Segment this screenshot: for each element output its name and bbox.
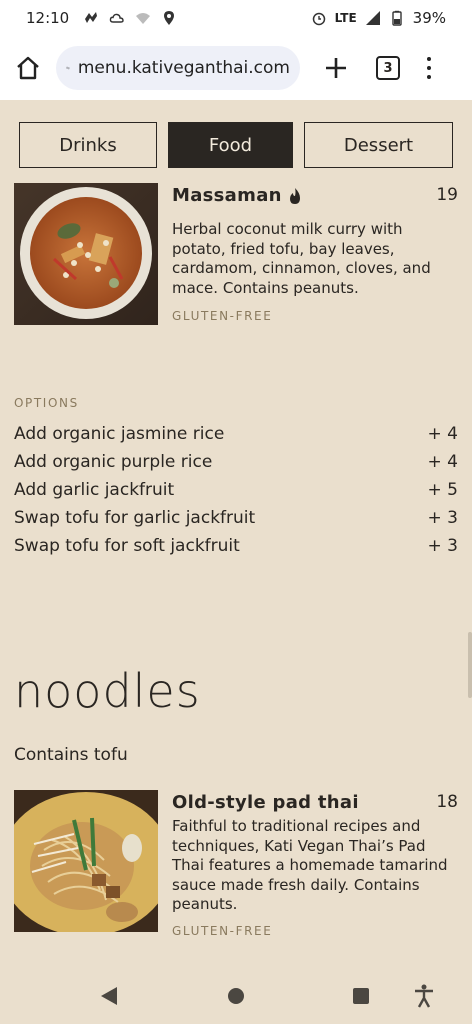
home-icon [17,56,39,80]
option-item[interactable]: Add garlic jackfruit + 5 [14,476,458,504]
dish-tag: GLUTEN-FREE [172,924,273,938]
new-tab-button[interactable] [322,54,350,82]
home-button[interactable] [12,52,44,84]
option-item[interactable]: Add organic jasmine rice + 4 [14,420,458,448]
option-label: Add garlic jackfruit [14,480,175,500]
back-icon[interactable] [100,986,118,1006]
dish-name: Massaman [172,185,302,206]
alarm-icon [312,12,325,26]
option-item[interactable]: Add organic purple rice + 4 [14,448,458,476]
dish-description: Herbal coconut milk curry with potato, f… [172,220,431,297]
dish-name: Old-style pad thai [172,792,359,813]
recents-icon[interactable] [353,988,369,1004]
system-nav-bar [0,956,472,1024]
wifi-icon [136,13,151,24]
tab-food[interactable]: Food [168,122,293,168]
option-price: + 3 [427,536,458,556]
scrollbar-thumb[interactable] [468,632,472,698]
more-vert-icon[interactable] [426,57,432,79]
menu-item-massaman[interactable]: Massaman 19 Herbal coconut milk curry wi… [14,183,458,343]
notification-icon [85,12,98,23]
options-heading: OPTIONS [14,396,79,410]
section-note: Contains tofu [14,745,128,765]
option-label: Swap tofu for soft jackfruit [14,536,240,556]
flame-icon [289,187,300,204]
url-text[interactable]: menu.kativeganthai.com [78,58,290,78]
status-time: 12:10 [26,9,70,27]
option-label: Swap tofu for garlic jackfruit [14,508,256,528]
option-label: Add organic purple rice [14,452,213,472]
dish-photo [14,790,158,932]
network-label: LTE [334,11,357,25]
location-icon [164,11,175,25]
option-price: + 5 [427,480,458,500]
home-nav-icon[interactable] [228,988,244,1004]
tab-dessert[interactable]: Dessert [304,122,453,168]
battery-icon [391,10,402,26]
signal-icon [365,11,380,25]
dish-description: Faithful to traditional recipes and tech… [172,817,448,913]
status-bar: 12:10 LTE 39% [0,0,472,36]
accessibility-icon[interactable] [414,984,434,1008]
option-item[interactable]: Swap tofu for soft jackfruit + 3 [14,532,458,560]
battery-level: 39% [412,9,446,27]
option-price: + 3 [427,508,458,528]
dish-price: 19 [436,185,458,205]
options-list: Add organic jasmine rice + 4 Add organic… [14,420,458,560]
tab-drinks[interactable]: Drinks [19,122,157,168]
option-price: + 4 [427,424,458,444]
dish-price: 18 [436,792,458,812]
option-price: + 4 [427,452,458,472]
category-tabs: Drinks Food Dessert [19,122,453,168]
menu-item-pad-thai[interactable]: Old-style pad thai 18 Faithful to tradit… [14,790,458,950]
menu-page: Drinks Food Dessert Massaman 19 Herbal c… [0,100,472,956]
option-item[interactable]: Swap tofu for garlic jackfruit + 3 [14,504,458,532]
plus-icon [326,58,346,78]
address-bar[interactable]: menu.kativeganthai.com [56,46,300,90]
dish-photo [14,183,158,325]
option-label: Add organic jasmine rice [14,424,225,444]
tab-switcher-button[interactable]: 3 [376,56,400,80]
section-title: noodles [14,664,201,718]
cloud-icon [109,13,124,23]
site-settings-icon[interactable] [66,57,70,79]
dish-tag: GLUTEN-FREE [172,309,273,323]
browser-toolbar: menu.kativeganthai.com 3 [0,36,472,100]
